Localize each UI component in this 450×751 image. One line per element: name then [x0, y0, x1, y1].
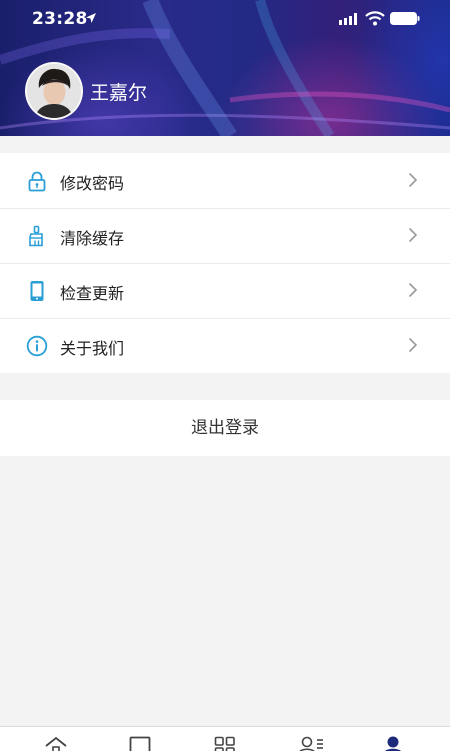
menu-item-label: 检查更新 [60, 280, 124, 304]
battery-icon [390, 12, 420, 25]
wifi-icon [365, 11, 385, 26]
logout-button[interactable]: 退出登录 [0, 400, 450, 456]
change-password-item[interactable]: 修改密码 [0, 153, 450, 208]
square-icon[interactable] [129, 736, 151, 751]
chevron-right-icon [408, 227, 418, 243]
user-icon[interactable] [382, 736, 404, 751]
menu-item-label: 修改密码 [60, 170, 124, 194]
menu-item-label: 清除缓存 [60, 225, 124, 249]
location-arrow-icon [85, 12, 97, 24]
cellular-signal-icon [339, 13, 359, 25]
about-us-item[interactable]: 关于我们 [0, 318, 450, 373]
profile-header: 23:28 王嘉尔 [0, 0, 450, 136]
phone-icon [26, 280, 48, 302]
check-update-item[interactable]: 检查更新 [0, 263, 450, 318]
info-icon [26, 335, 48, 357]
avatar[interactable] [25, 62, 83, 120]
grid-icon[interactable] [214, 736, 236, 751]
menu-item-label: 关于我们 [60, 335, 124, 359]
contacts-icon[interactable] [298, 736, 324, 751]
clear-cache-item[interactable]: 清除缓存 [0, 208, 450, 263]
status-time: 23:28 [32, 9, 88, 29]
home-icon[interactable] [44, 736, 68, 751]
lock-icon [26, 170, 48, 192]
brush-icon [26, 225, 48, 247]
chevron-right-icon [408, 337, 418, 353]
chevron-right-icon [408, 172, 418, 188]
avatar-photo-icon [27, 64, 81, 118]
status-bar: 23:28 [0, 0, 450, 36]
profile-name: 王嘉尔 [90, 78, 147, 105]
chevron-right-icon [408, 282, 418, 298]
settings-menu: 修改密码 清除缓存 检查更新 [0, 153, 450, 373]
bottom-tab-bar [0, 726, 450, 751]
